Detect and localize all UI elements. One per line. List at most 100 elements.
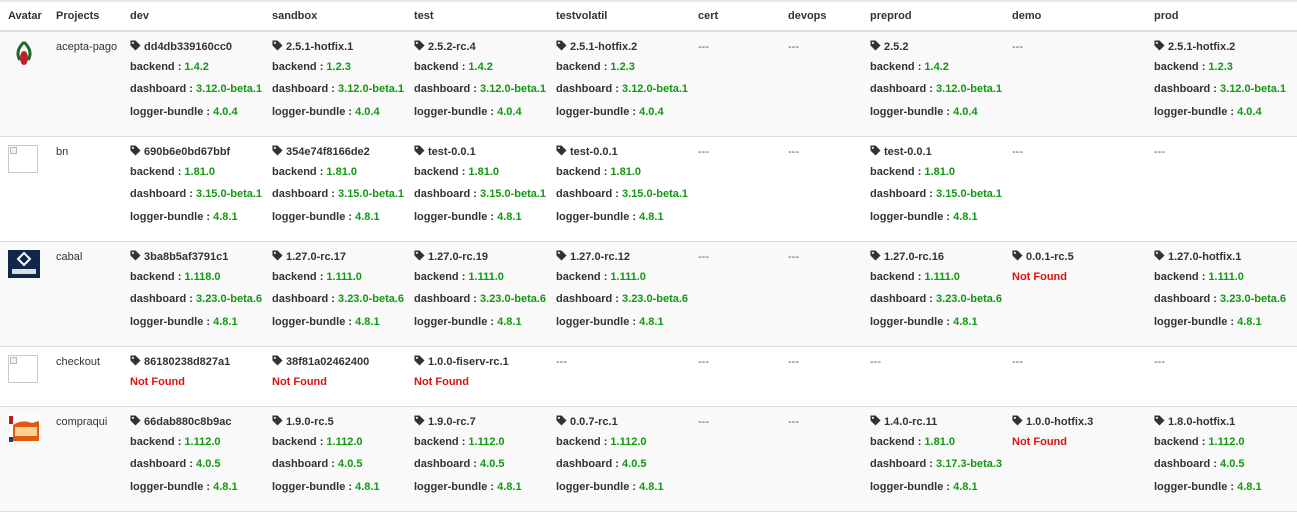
header-sandbox[interactable]: sandbox — [264, 2, 406, 32]
version-tag: 1.27.0-rc.16 — [870, 250, 1004, 270]
component-version-value: 4.8.1 — [355, 210, 380, 223]
tag-label: 1.27.0-rc.19 — [428, 251, 488, 263]
header-prod[interactable]: prod — [1146, 2, 1297, 32]
env-cell-prod: 1.8.0-hotfix.1 backend : 1.112.0 dashboard… — [1146, 406, 1297, 512]
env-cell-testvolatil: 1.27.0-rc.12 backend : 1.111.0 dashboard :… — [548, 241, 690, 347]
component-version-value: 3.23.0-beta.6 — [338, 293, 405, 306]
project-cell[interactable]: cabal — [48, 241, 122, 347]
component-name: backend — [556, 61, 601, 73]
header-test[interactable]: test — [406, 2, 548, 32]
empty-value: --- — [788, 251, 799, 263]
tag-label: test-0.0.1 — [428, 146, 476, 158]
project-name[interactable]: bn — [56, 137, 122, 159]
component-name: logger-bundle — [130, 105, 204, 118]
component-version-value: 4.0.4 — [497, 105, 522, 118]
version-tag: 1.0.0-fiserv-rc.1 — [414, 355, 548, 375]
version-tag: 1.0.0-hotfix.3 — [1012, 415, 1146, 435]
component-version-value: 4.0.5 — [1220, 458, 1245, 471]
component-version: backend : 1.4.2 — [130, 61, 209, 73]
project-cell[interactable]: compraqui — [48, 406, 122, 512]
component-version-value: 3.12.0-beta.1 — [622, 83, 689, 96]
header-projects[interactable]: Projects — [48, 2, 122, 32]
env-cell-preprod: --- — [862, 347, 1004, 407]
header-avatar[interactable]: Avatar — [0, 2, 48, 32]
component-version-value: 1.81.0 — [468, 166, 500, 178]
component-name: dashboard — [414, 293, 471, 306]
component-name: logger-bundle — [556, 480, 630, 493]
tag-label: 1.9.0-rc.5 — [286, 416, 334, 428]
header-demo[interactable]: demo — [1004, 2, 1146, 32]
project-cell[interactable]: bn — [48, 137, 122, 242]
component-version: backend : 1.112.0 — [556, 436, 647, 448]
compraqui-logo — [8, 415, 40, 443]
tag-label: 86180238d827a1 — [144, 356, 231, 368]
tag-icon — [870, 145, 884, 158]
env-cell-preprod: 1.27.0-rc.16 backend : 1.111.0 dashboard :… — [862, 241, 1004, 347]
component-version: logger-bundle : 4.8.1 — [272, 315, 380, 328]
component-version: logger-bundle : 4.0.4 — [130, 105, 238, 118]
tag-icon — [130, 415, 144, 428]
version-tag: 0.0.1-rc.5 — [1012, 250, 1146, 270]
component-version: dashboard : 3.23.0-beta.6 — [1154, 293, 1287, 306]
avatar-cell — [0, 241, 48, 347]
project-name[interactable]: acepta-pago — [56, 32, 122, 54]
header-row: Avatar Projects dev sandbox test testvol… — [0, 2, 1297, 32]
component-version: logger-bundle : 4.8.1 — [556, 480, 664, 493]
version-tag: 1.9.0-rc.5 — [272, 415, 406, 435]
version-tag: 86180238d827a1 — [130, 355, 264, 375]
env-cell-demo: 0.0.1-rc.5 Not Found — [1004, 241, 1146, 347]
env-cell-sandbox: 38f81a02462400 Not Found — [264, 347, 406, 407]
component-version-value: 3.23.0-beta.6 — [622, 293, 689, 306]
version-tag: 2.5.1-hotfix.2 — [556, 40, 690, 60]
version-tag: 2.5.2-rc.4 — [414, 40, 548, 60]
version-tag: 1.27.0-rc.17 — [272, 250, 406, 270]
component-name: backend — [1154, 436, 1199, 448]
version-tag: 1.9.0-rc.7 — [414, 415, 548, 435]
component-version: dashboard : 3.15.0-beta.1 — [130, 188, 263, 201]
project-name[interactable]: checkout — [56, 347, 122, 369]
header-devops[interactable]: devops — [780, 2, 862, 32]
env-cell-dev: 690b6e0bd67bbf backend : 1.81.0 dashboard … — [122, 137, 264, 242]
project-cell[interactable]: checkout — [48, 347, 122, 407]
version-tag: 66dab880c8b9ac — [130, 415, 264, 435]
header-testvolatil[interactable]: testvolatil — [548, 2, 690, 32]
component-version-value: 1.111.0 — [326, 271, 362, 283]
component-name: backend — [870, 61, 915, 73]
component-name: logger-bundle — [272, 105, 346, 118]
env-cell-test: 1.27.0-rc.19 backend : 1.111.0 dashboard :… — [406, 241, 548, 347]
component-version-value: 3.15.0-beta.1 — [480, 188, 547, 201]
component-version-value: 1.2.3 — [1208, 61, 1233, 73]
project-name[interactable]: compraqui — [56, 407, 122, 429]
empty-value: --- — [698, 356, 709, 368]
component-version-value: 4.8.1 — [355, 315, 380, 328]
empty-value: --- — [788, 146, 799, 158]
project-name[interactable]: cabal — [56, 242, 122, 264]
header-cert[interactable]: cert — [690, 2, 780, 32]
version-tag: 1.27.0-rc.12 — [556, 250, 690, 270]
tag-icon — [1012, 250, 1026, 263]
component-name: logger-bundle — [870, 105, 944, 118]
header-dev[interactable]: dev — [122, 2, 264, 32]
tag-label: 38f81a02462400 — [286, 356, 370, 368]
component-version-value: 4.8.1 — [213, 210, 238, 223]
acepta-pago-logo — [16, 40, 32, 65]
header-preprod[interactable]: preprod — [862, 2, 1004, 32]
component-version: backend : 1.112.0 — [272, 436, 363, 448]
tag-label: 690b6e0bd67bbf — [144, 146, 231, 158]
component-name: dashboard — [414, 188, 471, 201]
component-version: logger-bundle : 4.8.1 — [1154, 480, 1262, 493]
env-cell-testvolatil: --- — [548, 347, 690, 407]
tag-icon — [556, 250, 570, 263]
component-version-value: 4.8.1 — [953, 210, 978, 223]
project-cell[interactable]: acepta-pago — [48, 31, 122, 137]
component-version: backend : 1.111.0 — [414, 271, 504, 283]
component-version-value: 1.81.0 — [326, 166, 358, 178]
component-version-value: 1.2.3 — [610, 61, 635, 73]
component-version: dashboard : 3.12.0-beta.1 — [272, 83, 405, 96]
tag-label: 2.5.1-hotfix.1 — [286, 41, 354, 53]
tag-icon — [1154, 40, 1168, 53]
component-name: backend — [130, 61, 175, 73]
component-version: dashboard : 3.15.0-beta.1 — [414, 188, 547, 201]
table-row: cabal 3ba8b5af3791c1 backend : 1.118.0 dash… — [0, 241, 1297, 347]
env-cell-testvolatil: test-0.0.1 backend : 1.81.0 dashboard : 3.… — [548, 137, 690, 242]
